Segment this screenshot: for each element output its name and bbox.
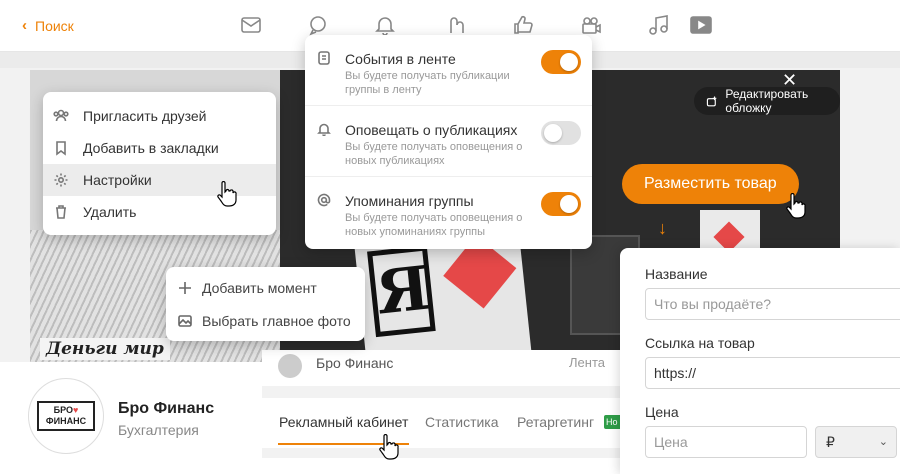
image-icon: [178, 314, 192, 327]
menu-item-settings[interactable]: Настройки: [43, 164, 276, 196]
place-product-form: Название Ссылка на товар Цена ₽ ⌄: [620, 248, 900, 474]
group-logo: БРО♥ ФИНАНС: [37, 401, 95, 431]
notify-row-publications: Оповещать о публикациях Вы будете получа…: [305, 106, 592, 177]
group-actions-menu: Пригласить друзей Добавить в закладки На…: [43, 92, 276, 235]
group-category: Бухгалтерия: [118, 422, 199, 438]
menu-item-invite-friends[interactable]: Пригласить друзей: [43, 100, 276, 132]
group-name[interactable]: Бро Финанс: [118, 400, 214, 418]
edit-image-icon: [706, 96, 717, 106]
mail-icon[interactable]: [238, 12, 264, 38]
at-icon: [317, 193, 331, 207]
name-label: Название: [645, 266, 708, 282]
cover-photo-menu: Добавить момент Выбрать главное фото: [166, 267, 365, 341]
chevron-left-icon: ‹: [22, 17, 27, 34]
group-icon: [53, 109, 69, 122]
cover-caption: Деньги мир: [40, 338, 170, 360]
back-to-search-link[interactable]: ‹ Поиск: [22, 17, 74, 34]
feed-label[interactable]: Лента: [569, 355, 605, 370]
edit-cover-label: Редактировать обложку: [725, 87, 809, 115]
hand-cursor-icon: [215, 180, 237, 207]
video-icon[interactable]: [688, 12, 714, 38]
group-tabs: Рекламный кабинет Статистика Ретаргетинг…: [262, 398, 622, 448]
notify-description: Вы будете получать оповещения о новых уп…: [345, 212, 523, 238]
bell-icon: [317, 123, 331, 136]
price-input[interactable]: [645, 426, 807, 458]
plus-icon: [179, 281, 191, 294]
music-icon[interactable]: [646, 12, 672, 38]
profile-card: БРО♥ ФИНАНС Бро Финанс Бухгалтерия: [0, 362, 262, 474]
place-product-button[interactable]: Разместить товар: [622, 164, 799, 204]
feed-icon: [318, 51, 330, 65]
hand-cursor-icon: [377, 433, 399, 460]
content-strip: [262, 458, 622, 474]
notify-title: События в ленте: [345, 51, 456, 67]
product-name-input[interactable]: [645, 288, 900, 320]
product-link-input[interactable]: [645, 357, 900, 389]
notify-row-mentions: Упоминания группы Вы будете получать опо…: [305, 177, 592, 248]
avatar[interactable]: БРО♥ ФИНАНС: [28, 378, 104, 454]
trash-icon: [56, 205, 66, 219]
currency-select[interactable]: ₽ ⌄: [815, 426, 897, 458]
menu-item-delete[interactable]: Удалить: [43, 196, 276, 228]
menu-item-add-moment[interactable]: Добавить момент: [166, 271, 365, 304]
notify-title: Упоминания группы: [345, 193, 474, 209]
notify-title: Оповещать о публикациях: [345, 122, 518, 138]
publications-toggle[interactable]: [541, 121, 581, 145]
menu-item-choose-main-photo[interactable]: Выбрать главное фото: [166, 304, 365, 337]
settings-icon: [54, 173, 68, 187]
hand-cursor-icon: [784, 192, 806, 219]
bookmark-icon: [56, 141, 66, 156]
notify-row-feed-events: События в ленте Вы будете получать публи…: [305, 35, 592, 106]
price-label: Цена: [645, 404, 679, 420]
chevron-down-icon: ⌄: [878, 436, 888, 448]
edit-cover-button[interactable]: Редактировать обложку: [694, 87, 840, 115]
feed-events-toggle[interactable]: [541, 50, 581, 74]
back-label: Поиск: [35, 17, 74, 34]
feed-author[interactable]: Бро Финанс: [316, 355, 393, 371]
notification-settings-menu: События в ленте Вы будете получать публи…: [305, 35, 592, 249]
link-label: Ссылка на товар: [645, 335, 755, 351]
tab-retargeting[interactable]: Ретаргетинг: [517, 414, 594, 430]
mentions-toggle[interactable]: [541, 192, 581, 216]
notify-description: Вы будете получать оповещения о новых пу…: [345, 141, 523, 167]
feed-avatar: [278, 354, 302, 378]
arrow-down-icon: ↓: [658, 218, 667, 238]
menu-item-add-bookmark[interactable]: Добавить в закладки: [43, 132, 276, 164]
feed-row: Бро Финанс Лента: [262, 350, 622, 386]
tab-statistics[interactable]: Статистика: [425, 414, 499, 430]
tab-ad-cabinet[interactable]: Рекламный кабинет: [279, 414, 408, 430]
notify-description: Вы будете получать публикации группы в л…: [345, 70, 510, 96]
